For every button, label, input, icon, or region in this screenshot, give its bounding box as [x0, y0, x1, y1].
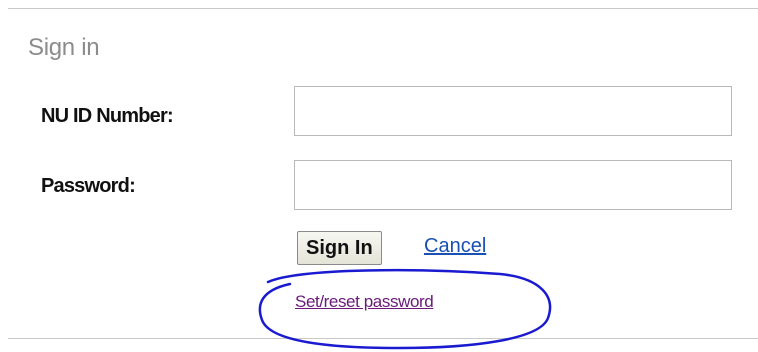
- bottom-divider: [8, 338, 758, 339]
- set-reset-password-link[interactable]: Set/reset password: [295, 292, 434, 312]
- signin-title: Sign in: [28, 34, 100, 61]
- sign-in-button[interactable]: Sign In: [297, 231, 382, 265]
- nu-id-label: NU ID Number:: [41, 105, 174, 127]
- password-input[interactable]: [294, 160, 732, 210]
- cancel-link[interactable]: Cancel: [424, 235, 486, 258]
- nu-id-input[interactable]: [294, 86, 732, 136]
- password-label: Password:: [41, 175, 136, 197]
- signin-screen: Sign in NU ID Number: Password: Sign In …: [0, 0, 758, 352]
